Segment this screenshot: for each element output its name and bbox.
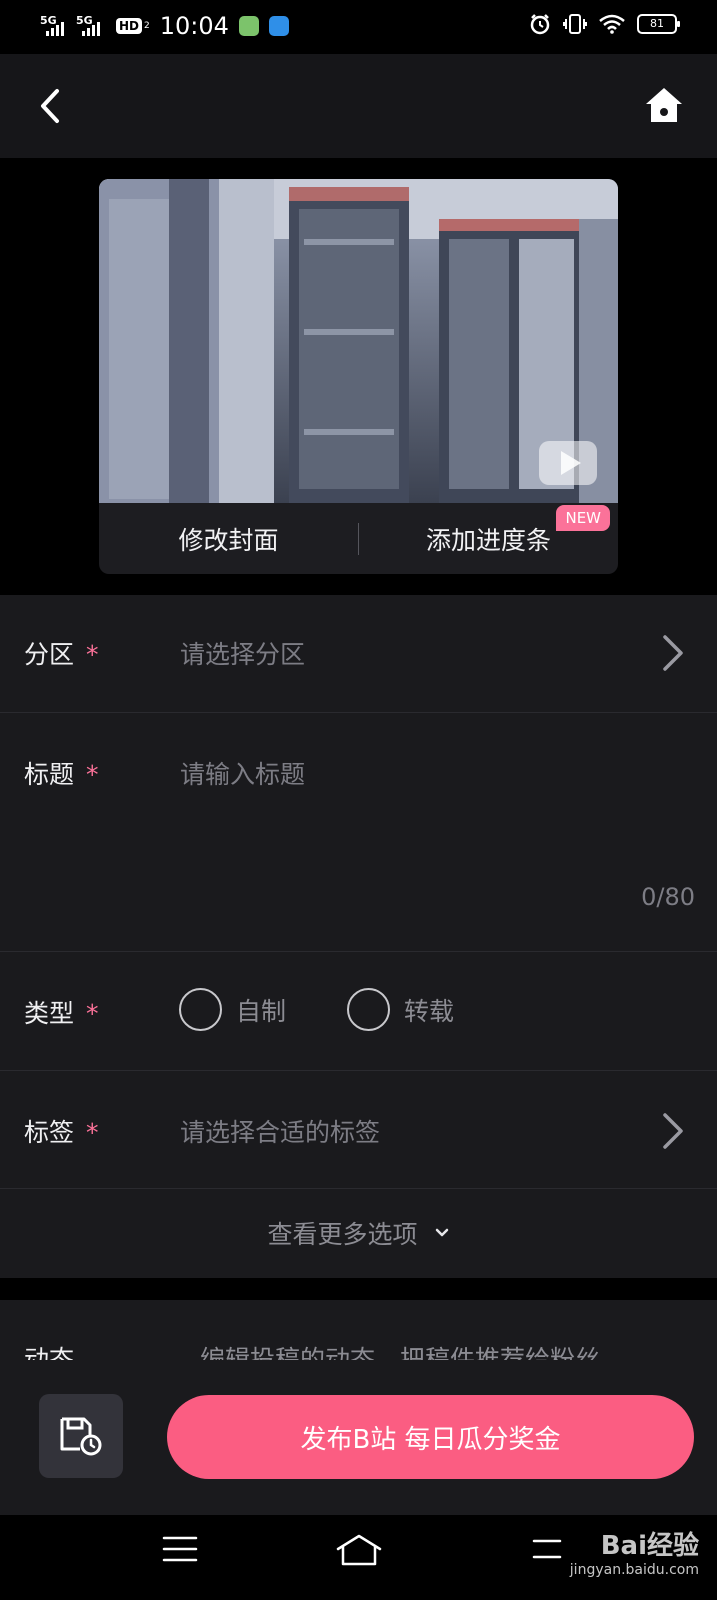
home-nav-icon[interactable] — [335, 1533, 383, 1567]
signal-icon: 5G — [76, 14, 106, 38]
app-notification-icon — [238, 16, 259, 36]
hd-voice-icon: HD — [116, 18, 143, 34]
tags-row[interactable]: 标签 * 请选择合适的标签 — [0, 1071, 717, 1189]
battery-icon: 81 — [637, 14, 680, 34]
type-label: 类型 — [24, 999, 75, 1028]
title-input[interactable]: 请输入标题 — [180, 755, 305, 791]
vibrate-icon — [563, 14, 587, 34]
wifi-icon — [599, 14, 625, 34]
chevron-left-icon — [41, 89, 59, 123]
required-mark: * — [86, 1118, 99, 1147]
cover-actions: 修改封面 添加进度条 — [99, 503, 618, 574]
status-bar: 5G 5G HD 2 10:04 81 — [0, 0, 717, 54]
title-label: 标题 — [24, 760, 75, 789]
category-label: 分区 — [24, 640, 75, 669]
home-button[interactable] — [641, 82, 687, 128]
publish-button[interactable]: 发布B站 每日瓜分奖金 — [167, 1395, 694, 1479]
chevron-right-icon — [663, 1113, 683, 1149]
tags-placeholder: 请选择合适的标签 — [180, 1118, 381, 1147]
system-nav-bar: Bai经验 jingyan.baidu.com — [0, 1515, 717, 1600]
tv-play-icon — [539, 441, 597, 485]
type-option-repost[interactable]: 转载 — [347, 988, 454, 1031]
chevron-right-icon — [663, 635, 683, 671]
cover-card: 修改封面 添加进度条 NEW — [99, 179, 618, 574]
type-option-original[interactable]: 自制 — [179, 988, 286, 1031]
status-time: 10:04 — [159, 12, 229, 40]
required-mark: * — [86, 760, 99, 789]
signal-icon: 5G — [40, 14, 70, 38]
radio-button[interactable] — [179, 988, 222, 1031]
required-mark: * — [86, 999, 99, 1028]
cover-section: 修改封面 添加进度条 NEW — [0, 158, 717, 595]
alarm-icon — [530, 14, 550, 35]
new-badge: NEW — [556, 505, 610, 531]
category-placeholder: 请选择分区 — [180, 640, 306, 669]
edit-cover-button[interactable]: 修改封面 — [99, 521, 358, 557]
save-draft-clock-icon — [60, 1417, 102, 1456]
chevron-down-icon — [435, 1228, 448, 1237]
more-options-label: 查看更多选项 — [267, 1220, 418, 1249]
top-nav-bar — [0, 54, 717, 158]
tags-label: 标签 — [24, 1118, 75, 1147]
save-draft-button[interactable] — [39, 1394, 123, 1478]
home-icon — [646, 88, 682, 122]
required-mark: * — [86, 640, 99, 669]
back-nav-icon[interactable] — [530, 1533, 566, 1565]
title-char-counter: 0/80 — [641, 883, 695, 911]
dynamic-section: 动态 编辑投稿的动态，把稿件推荐给粉丝 发布B站 每日瓜分奖金 — [0, 1300, 717, 1515]
more-options-button[interactable]: 查看更多选项 — [0, 1188, 717, 1278]
watermark: Bai经验 jingyan.baidu.com — [569, 1531, 699, 1578]
title-row[interactable]: 标题 * 请输入标题 0/80 — [0, 713, 717, 952]
app-notification-icon — [268, 16, 289, 36]
type-row: 类型 * 自制 转载 — [0, 952, 717, 1071]
back-button[interactable] — [30, 84, 70, 128]
radio-button[interactable] — [347, 988, 390, 1031]
section-divider — [0, 1278, 717, 1300]
menu-icon[interactable] — [162, 1533, 198, 1565]
upload-form: 分区 * 请选择分区 标题 * 请输入标题 0/80 类型 * 自制 转载 标签… — [0, 595, 717, 1278]
category-row[interactable]: 分区 * 请选择分区 — [0, 595, 717, 713]
video-cover-thumbnail[interactable] — [99, 179, 618, 503]
upload-page: 5G 5G HD 2 10:04 81 修改封面 添加进度条 NEW 分区 * … — [0, 0, 717, 1600]
